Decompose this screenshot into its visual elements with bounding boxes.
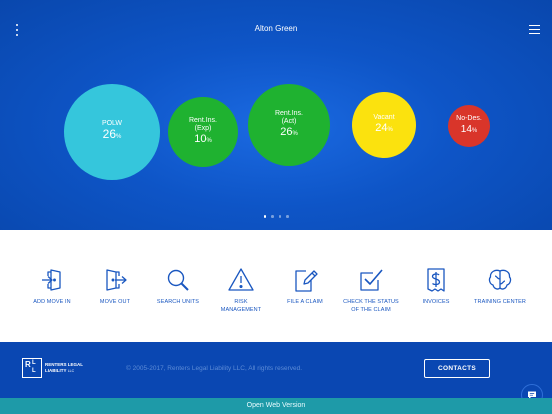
page-dot[interactable] — [278, 215, 281, 218]
action-label: TRAINING CENTER — [474, 299, 526, 305]
bubble-value: 10% — [194, 132, 212, 145]
page-dot[interactable] — [286, 215, 289, 218]
footer: R L L RENTERS LEGAL LIABILITY LLC © 2005… — [0, 342, 552, 398]
move-out-icon — [106, 269, 127, 291]
bubble-rent-ins-act[interactable]: Rent.Ins. (Act) 26% — [248, 84, 330, 166]
open-web-version-link[interactable]: Open Web Version — [0, 398, 552, 414]
action-label: INVOICES — [422, 299, 450, 305]
bubble-label: Rent.Ins. (Act) — [274, 109, 303, 125]
bubble-vacant[interactable]: Vacant 24% — [352, 92, 416, 158]
file-a-claim-button[interactable]: FILE A CLAIM — [268, 267, 342, 306]
action-label: CHECK THE STATUS OF THE CLAIM — [343, 299, 399, 313]
bubble-label: Vacant — [373, 113, 395, 121]
page-indicator[interactable] — [0, 215, 552, 218]
training-center-button[interactable]: TRAINING CENTER — [463, 267, 537, 306]
action-label: MOVE OUT — [99, 299, 131, 305]
page-dot[interactable] — [263, 215, 266, 218]
action-label: ADD MOVE IN — [33, 299, 71, 305]
action-label: RISK MANAGEMENT — [220, 299, 262, 313]
bubble-value: 26% — [280, 125, 298, 138]
move-in-icon — [42, 269, 61, 291]
bubble-label: No-Des. — [456, 114, 482, 122]
risk-management-button[interactable]: RISK MANAGEMENT — [204, 267, 278, 314]
page-dot[interactable] — [271, 215, 274, 218]
bubble-value: 24% — [375, 121, 393, 134]
check-claim-status-button[interactable]: CHECK THE STATUS OF THE CLAIM — [334, 267, 408, 314]
copyright-text: © 2005-2017, Renters Legal Liability LLC… — [126, 365, 303, 372]
warning-icon — [228, 268, 254, 291]
bubble-value: 26% — [102, 127, 122, 141]
edit-document-icon — [295, 270, 318, 292]
invoices-button[interactable]: INVOICES — [399, 267, 473, 306]
company-logo[interactable]: R L L RENTERS LEGAL LIABILITY LLC — [22, 357, 94, 379]
dashboard-hero: Alton Green POLW 26% Rent.Ins. (Exp) 10%… — [0, 0, 552, 230]
action-label: FILE A CLAIM — [287, 299, 323, 305]
checkbox-icon — [360, 269, 383, 291]
bubble-rent-ins-exp[interactable]: Rent.Ins. (Exp) 10% — [168, 97, 238, 167]
search-icon — [167, 269, 189, 291]
page-title: Alton Green — [254, 24, 298, 33]
contacts-button[interactable]: CONTACTS — [424, 359, 490, 378]
logo-mark: R L L — [22, 358, 42, 378]
logo-text: RENTERS LEGAL LIABILITY LLC — [45, 362, 84, 373]
bubble-polw[interactable]: POLW 26% — [64, 84, 160, 180]
brain-icon — [488, 269, 512, 290]
menu-icon[interactable] — [529, 25, 540, 34]
quick-actions: ADD MOVE IN MOVE OUT SEARCH UNITS RISK M… — [0, 230, 552, 342]
bubble-value: 14% — [460, 123, 478, 135]
bubble-no-des[interactable]: No-Des. 14% — [448, 105, 490, 147]
invoice-dollar-icon — [427, 268, 445, 292]
action-label: SEARCH UNITS — [156, 299, 200, 305]
bubble-label: Rent.Ins. (Exp) — [188, 116, 217, 132]
